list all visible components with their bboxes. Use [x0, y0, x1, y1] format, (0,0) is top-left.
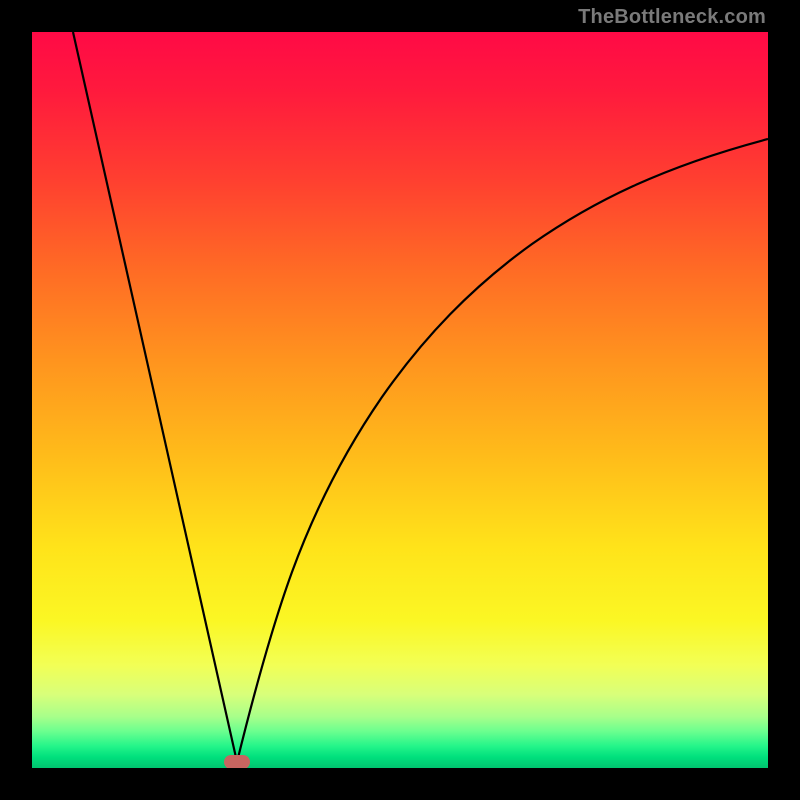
curve-right-branch	[237, 139, 768, 762]
curve-left-branch	[73, 32, 237, 762]
bottleneck-curve	[32, 32, 768, 768]
watermark-label: TheBottleneck.com	[578, 6, 766, 29]
chart-frame	[32, 32, 768, 768]
optimal-point-marker	[224, 755, 250, 768]
